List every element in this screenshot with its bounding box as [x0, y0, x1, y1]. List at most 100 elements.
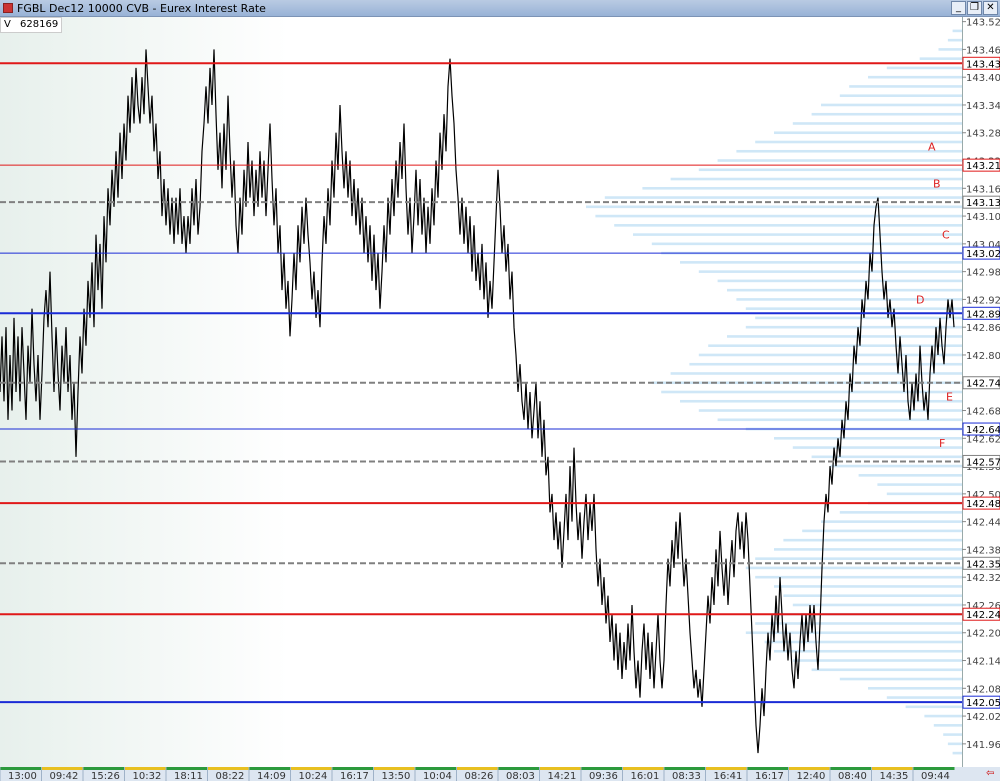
- profile-bar: [868, 75, 962, 79]
- zone-label: A: [928, 141, 936, 154]
- y-tick-label: 142.68: [966, 407, 1000, 418]
- level-label: 142.64: [966, 425, 1000, 436]
- x-tick-label: 09:36: [589, 771, 618, 781]
- profile-bar: [755, 575, 962, 579]
- x-tick-label: 16:17: [340, 771, 369, 781]
- session-strip: [788, 767, 830, 770]
- profile-bar: [745, 325, 962, 329]
- profile-bar: [886, 492, 962, 496]
- session-strip: [207, 767, 249, 770]
- profile-bar: [938, 48, 962, 51]
- y-tick-label: 142.14: [966, 657, 1000, 668]
- profile-bar: [886, 696, 962, 699]
- session-strip: [747, 767, 789, 770]
- session-strip: [83, 767, 125, 770]
- scroll-end-icon[interactable]: ⇦: [986, 768, 994, 779]
- profile-bar: [717, 279, 962, 283]
- volume-badge: V 628169: [0, 17, 63, 33]
- profile-bar: [839, 677, 962, 681]
- profile-bar: [717, 159, 962, 162]
- session-strip: [498, 767, 540, 770]
- y-tick-label: 142.98: [966, 268, 1000, 279]
- profile-bar: [614, 224, 962, 227]
- session-strip: [913, 767, 955, 770]
- profile-bar: [680, 261, 962, 264]
- y-tick-label: 142.80: [966, 351, 1000, 362]
- profile-bar: [774, 436, 962, 440]
- session-strip: [664, 767, 706, 770]
- profile-bar: [764, 640, 962, 644]
- level-label: 143.02: [966, 249, 1000, 260]
- x-tick-label: 14:35: [880, 771, 909, 781]
- y-tick-label: 143.52: [966, 18, 1000, 29]
- x-tick-label: 16:01: [631, 771, 660, 781]
- y-tick-label: 143.28: [966, 129, 1000, 140]
- level-label: 143.13: [966, 198, 1000, 209]
- profile-bar: [586, 205, 962, 209]
- profile-bar: [947, 38, 962, 42]
- profile-bar: [821, 103, 962, 107]
- session-strip: [539, 767, 581, 770]
- profile-bar: [708, 344, 962, 348]
- x-tick-label: 10:04: [423, 771, 452, 781]
- profile-bar: [774, 548, 962, 551]
- profile-bar: [745, 566, 962, 570]
- y-tick-label: 142.86: [966, 323, 1000, 334]
- x-tick-label: 16:17: [755, 771, 784, 781]
- y-tick-label: 143.16: [966, 184, 1000, 195]
- x-tick-label: 08:26: [465, 771, 494, 781]
- profile-bar: [642, 186, 962, 190]
- x-tick-label: 10:32: [133, 771, 162, 781]
- level-label: 143.21: [966, 161, 1000, 172]
- profile-bar: [736, 298, 962, 301]
- level-label: 142.48: [966, 499, 1000, 510]
- x-tick-label: 08:40: [838, 771, 867, 781]
- y-tick-label: 142.44: [966, 518, 1000, 529]
- chart-svg: 143.52143.46143.40143.34143.28143.22143.…: [0, 18, 1000, 781]
- profile-bar: [792, 122, 962, 125]
- profile-bar: [802, 529, 962, 533]
- profile-bar: [952, 29, 962, 33]
- profile-bar: [821, 520, 962, 523]
- session-strip: [622, 767, 664, 770]
- profile-bar: [698, 353, 962, 357]
- profile-bar: [783, 594, 962, 598]
- profile-bar: [774, 649, 962, 653]
- profile-bar: [698, 409, 962, 412]
- zone-label: B: [933, 178, 941, 191]
- y-tick-label: 141.96: [966, 740, 1000, 751]
- profile-bar: [792, 603, 962, 607]
- session-strip: [0, 767, 42, 770]
- profile-bar: [727, 335, 962, 338]
- session-strip: [415, 767, 457, 770]
- profile-bar: [877, 483, 962, 486]
- x-tick-label: 08:22: [216, 771, 245, 781]
- session-strip: [249, 767, 291, 770]
- x-tick-label: 08:33: [672, 771, 701, 781]
- level-label: 142.89: [966, 309, 1000, 320]
- session-strip: [332, 767, 374, 770]
- zone-label: F: [939, 437, 945, 450]
- level-label: 143.43: [966, 59, 1000, 70]
- x-tick-label: 15:26: [91, 771, 120, 781]
- profile-bar: [811, 455, 962, 459]
- x-tick-label: 18:11: [174, 771, 203, 781]
- profile-bar: [830, 464, 962, 468]
- profile-bar: [839, 94, 962, 98]
- y-tick-label: 143.34: [966, 101, 1000, 112]
- volume-label: V: [4, 19, 11, 30]
- level-label: 142.74: [966, 379, 1000, 390]
- session-strip: [456, 767, 498, 770]
- profile-bar: [886, 66, 962, 70]
- zone-label: D: [916, 293, 924, 306]
- profile-bar: [924, 714, 962, 718]
- profile-bar: [905, 705, 962, 709]
- profile-bar: [774, 131, 962, 135]
- profile-bar: [698, 270, 962, 273]
- y-tick-label: 142.38: [966, 545, 1000, 556]
- profile-bar: [651, 242, 962, 246]
- profile-bar: [774, 585, 962, 588]
- profile-bar: [670, 372, 962, 375]
- session-strip: [830, 767, 872, 770]
- profile-bar: [933, 724, 962, 727]
